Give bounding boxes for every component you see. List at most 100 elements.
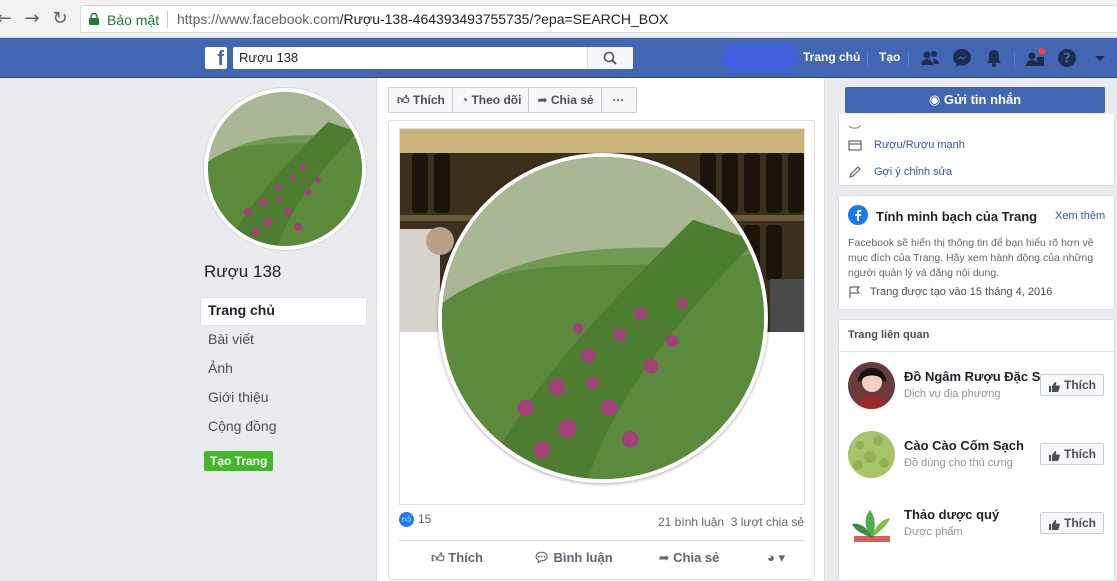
create-page-button[interactable]: Tạo Trang bbox=[204, 451, 274, 471]
post-photo[interactable] bbox=[399, 128, 805, 505]
address-bar[interactable]: Bảo mật https://www.facebook.com/Rượu-13… bbox=[80, 5, 1117, 33]
poppy-field-image bbox=[208, 92, 362, 246]
flag-icon bbox=[849, 286, 861, 298]
nav-posts[interactable]: Bài viết bbox=[200, 326, 367, 355]
related-like-button[interactable]: Thích bbox=[1040, 374, 1104, 396]
more-options-button[interactable]: ··· bbox=[602, 88, 636, 112]
address-separator bbox=[167, 11, 168, 28]
secure-label: Bảo mật bbox=[107, 12, 160, 28]
transparency-title: Tính minh bạch của Trang bbox=[876, 209, 1038, 224]
thumbs-up-icon bbox=[1048, 517, 1060, 530]
back-icon[interactable]: ← bbox=[0, 9, 14, 29]
create-link[interactable]: Tạo bbox=[879, 50, 900, 64]
post-share-label: Chia sẻ bbox=[673, 550, 720, 565]
page-admin-icon[interactable] bbox=[1024, 47, 1046, 69]
url-path: /Rượu-138-464393493755735/?epa=SEARCH_BO… bbox=[339, 11, 669, 27]
facebook-topbar: f Rượu 138 Trang chủ Tạo ? bbox=[0, 38, 1117, 78]
post-like-label: Thích bbox=[448, 550, 483, 565]
category-link[interactable]: Rượu/Rượu mạnh bbox=[874, 139, 965, 151]
share-arrow-icon: ➦ bbox=[658, 550, 674, 565]
nav-photos[interactable]: Ảnh bbox=[200, 355, 367, 384]
search-value: Rượu 138 bbox=[239, 50, 299, 65]
facebook-circle-icon bbox=[848, 205, 868, 225]
facebook-logo-icon[interactable]: f bbox=[205, 47, 227, 69]
related-like-label: Thích bbox=[1064, 516, 1096, 530]
nav-about[interactable]: Giới thiệu bbox=[200, 384, 367, 413]
herb-leaves-logo bbox=[848, 500, 895, 547]
related-like-button[interactable]: Thích bbox=[1040, 443, 1104, 465]
related-page-category: Đồ dùng cho thú cưng bbox=[904, 457, 1013, 469]
thumbs-up-icon: 👍︎ bbox=[431, 550, 449, 565]
user-profile-redacted[interactable] bbox=[722, 45, 798, 71]
topbar-divider bbox=[1014, 51, 1015, 67]
like-page-button[interactable]: 👍︎ Thích bbox=[389, 88, 453, 112]
follow-page-label: Theo dõi bbox=[471, 93, 522, 107]
suggest-edit-link[interactable]: Gợi ý chỉnh sửa bbox=[874, 166, 952, 178]
post-divider bbox=[399, 540, 805, 541]
comments-count[interactable]: 21 bình luận bbox=[658, 515, 724, 529]
post-comment-label: Bình luận bbox=[553, 550, 613, 565]
related-pages-title: Trang liên quan bbox=[848, 329, 930, 341]
related-like-label: Thích bbox=[1064, 447, 1096, 461]
shares-count[interactable]: 3 lượt chia sẻ bbox=[731, 515, 804, 529]
related-like-button[interactable]: Thích bbox=[1040, 512, 1104, 534]
post-like-button[interactable]: 👍︎ Thích bbox=[399, 550, 515, 566]
home-link[interactable]: Trang chủ bbox=[803, 50, 860, 64]
related-page-name[interactable]: Thảo dược quý bbox=[904, 507, 999, 522]
related-page-name[interactable]: Cào Cào Cốm Sạch bbox=[904, 438, 1024, 453]
thumbs-up-icon bbox=[1048, 379, 1060, 392]
rss-icon: ◔ bbox=[460, 93, 472, 107]
green-rice-image bbox=[848, 431, 895, 478]
search-button[interactable] bbox=[587, 47, 633, 69]
share-page-label: Chia sẻ bbox=[550, 93, 594, 107]
related-divider bbox=[839, 351, 1114, 352]
woman-portrait-image bbox=[848, 362, 895, 409]
thumbs-up-icon: 👍︎ bbox=[397, 93, 413, 107]
category-icon bbox=[848, 140, 862, 151]
share-arrow-icon: ➦ bbox=[537, 93, 551, 107]
send-message-button[interactable]: ◉ Gửi tin nhắn bbox=[845, 87, 1105, 113]
like-count-value: 15 bbox=[418, 512, 432, 526]
page-profile-picture[interactable] bbox=[204, 88, 366, 250]
post-comment-button[interactable]: 💬︎ Bình luận bbox=[515, 550, 631, 566]
friends-icon[interactable] bbox=[919, 47, 941, 69]
avatar-chevron-icon: ◕ ▾ bbox=[767, 550, 785, 565]
post-as-selector[interactable]: ◕ ▾ bbox=[747, 550, 805, 566]
post-actions: 👍︎ Thích 💬︎ Bình luận ➦ Chia sẻ ◕ ▾ bbox=[399, 550, 805, 566]
post-like-count[interactable]: 👍︎ 15 bbox=[399, 512, 432, 528]
account-menu-chevron-icon[interactable] bbox=[1089, 47, 1111, 69]
related-page-category: Dịch vụ địa phương bbox=[904, 388, 1001, 400]
follow-page-button[interactable]: ◔ Theo dõi bbox=[453, 88, 530, 112]
share-page-button[interactable]: ➦ Chia sẻ bbox=[529, 88, 602, 112]
related-page-name[interactable]: Đồ Ngâm Rượu Đặc S... bbox=[904, 369, 1051, 384]
send-message-label: Gửi tin nhắn bbox=[943, 92, 1022, 107]
reload-icon[interactable]: ↻ bbox=[50, 9, 70, 29]
page-action-bar: 👍︎ Thích ◔ Theo dõi ➦ Chia sẻ ··· bbox=[388, 87, 637, 113]
url-text: https://www.facebook.com/Rượu-138-464393… bbox=[177, 11, 668, 27]
related-page-avatar[interactable] bbox=[848, 362, 895, 409]
speech-bubble-icon bbox=[848, 124, 862, 129]
topbar-divider bbox=[908, 51, 909, 67]
search-input[interactable]: Rượu 138 bbox=[233, 47, 633, 69]
svg-text:?: ? bbox=[1063, 52, 1071, 67]
page-name: Rượu 138 bbox=[204, 262, 282, 281]
forward-icon[interactable]: → bbox=[22, 9, 42, 29]
related-page-category: Dược phẩm bbox=[904, 526, 963, 538]
post-share-button[interactable]: ➦ Chia sẻ bbox=[631, 550, 747, 566]
like-page-label: Thích bbox=[412, 93, 445, 107]
related-page-avatar[interactable] bbox=[848, 500, 895, 547]
nav-home[interactable]: Trang chủ bbox=[200, 297, 367, 326]
browser-chrome: ← → ↻ Bảo mật https://www.facebook.com/R… bbox=[0, 0, 1117, 38]
messenger-icon[interactable] bbox=[951, 47, 973, 69]
notifications-bell-icon[interactable] bbox=[983, 47, 1005, 69]
help-icon[interactable]: ? bbox=[1056, 47, 1078, 69]
comment-icon: 💬︎ bbox=[533, 550, 554, 565]
poppy-field-large-image bbox=[442, 157, 764, 479]
transparency-body: Facebook sẽ hiển thị thông tin để bạn hi… bbox=[848, 237, 1094, 279]
related-like-label: Thích bbox=[1064, 378, 1096, 392]
page-left-nav: Trang chủ Bài viết Ảnh Giới thiệu Cộng đ… bbox=[200, 297, 367, 442]
transparency-see-more[interactable]: Xem thêm bbox=[1055, 210, 1105, 222]
profile-picture-large bbox=[438, 153, 768, 483]
nav-community[interactable]: Cộng đồng bbox=[200, 413, 367, 442]
related-page-avatar[interactable] bbox=[848, 431, 895, 478]
